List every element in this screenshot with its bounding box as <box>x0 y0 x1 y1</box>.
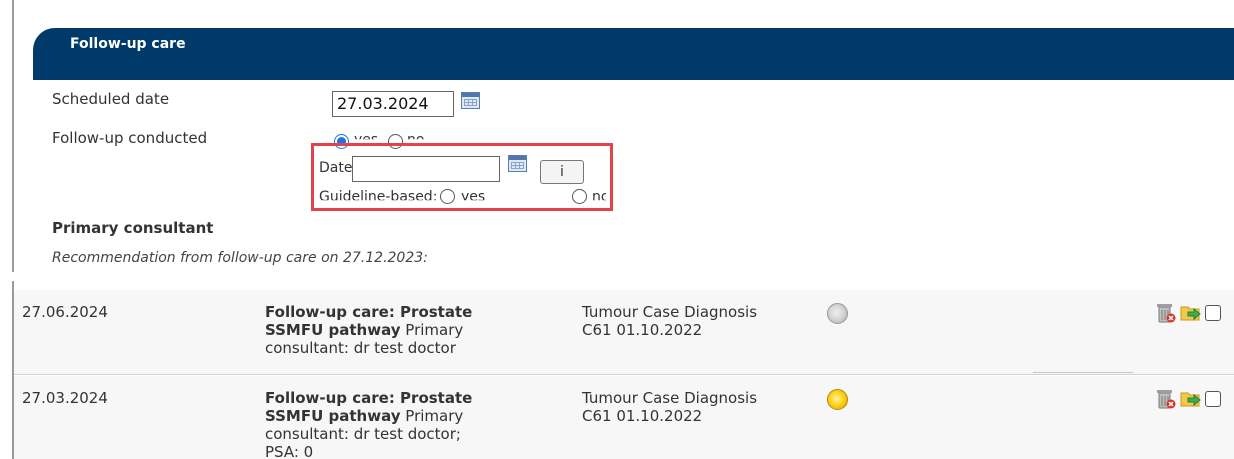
table-row[interactable]: 27.06.2024 Follow-up care: Prostate SSMF… <box>14 290 1234 375</box>
recommendation-text: Recommendation from follow-up care on 27… <box>52 250 428 266</box>
panel-header <box>33 28 1234 80</box>
left-border <box>12 0 14 272</box>
row-case: Tumour Case Diagnosis C61 01.10.2022 <box>582 389 758 425</box>
forward-folder-icon[interactable] <box>1180 304 1202 322</box>
row-title[interactable]: Follow-up care: Prostate SSMFU pathway P… <box>265 303 535 357</box>
row-case: Tumour Case Diagnosis C61 01.10.2022 <box>582 303 758 339</box>
panel-title: Follow-up care <box>70 36 186 52</box>
row-select-checkbox[interactable] <box>1205 391 1221 407</box>
highlight-box <box>311 143 613 211</box>
scheduled-date-input[interactable]: 27.03.2024 <box>332 91 454 117</box>
divider <box>1033 372 1133 373</box>
status-grey-icon <box>827 303 848 324</box>
row-date: 27.03.2024 <box>22 389 108 407</box>
delete-icon[interactable] <box>1156 302 1176 324</box>
follow-up-conducted-label: Follow-up conducted <box>52 129 208 147</box>
delete-icon[interactable] <box>1156 388 1176 410</box>
primary-consultant-heading: Primary consultant <box>52 219 214 237</box>
scheduled-date-label: Scheduled date <box>52 90 170 108</box>
row-title[interactable]: Follow-up care: Prostate SSMFU pathway P… <box>265 389 535 459</box>
table-row[interactable]: 27.03.2024 Follow-up care: Prostate SSMF… <box>14 376 1234 459</box>
row-date: 27.06.2024 <box>22 303 108 321</box>
forward-folder-icon[interactable] <box>1180 390 1202 408</box>
row-select-checkbox[interactable] <box>1205 305 1221 321</box>
status-yellow-icon <box>827 389 848 410</box>
calendar-icon[interactable] <box>461 92 480 109</box>
